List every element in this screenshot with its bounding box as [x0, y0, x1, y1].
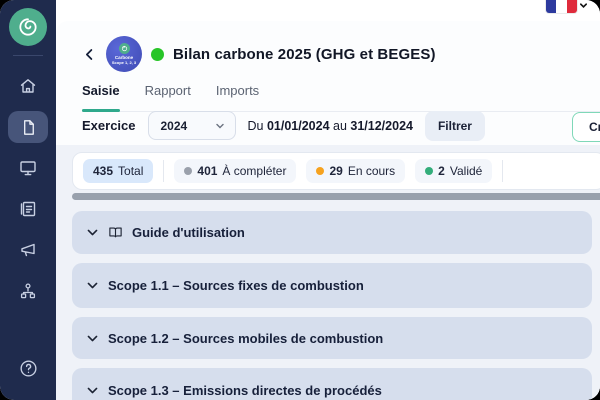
- language-selector[interactable]: [546, 0, 588, 13]
- section-title: Scope 1.3 – Emissions directes de procéd…: [108, 383, 382, 398]
- book-icon: [108, 225, 123, 240]
- tab-bar: Saisie Rapport Imports: [82, 83, 600, 112]
- app-window: Carbone Scope 1, 2, 3 Bilan carbone 2025…: [0, 0, 600, 400]
- chevron-down-icon: [86, 384, 99, 397]
- sidebar-item-organization[interactable]: [8, 271, 48, 311]
- chevron-down-icon: [215, 121, 225, 131]
- sidebar-divider: [13, 55, 43, 56]
- company-spiral-logo[interactable]: [9, 8, 47, 46]
- gray-dot-icon: [184, 167, 192, 175]
- filter-button[interactable]: Filtrer: [425, 111, 485, 141]
- stat-total[interactable]: 435 Total: [83, 159, 153, 183]
- topbar: [56, 0, 600, 21]
- main-panel: Carbone Scope 1, 2, 3 Bilan carbone 2025…: [56, 21, 600, 400]
- exercice-select[interactable]: 2024: [148, 111, 236, 140]
- france-flag-icon: [546, 0, 577, 13]
- stat-a-completer[interactable]: 401 À compléter: [174, 159, 296, 183]
- stat-separator: [163, 160, 164, 182]
- sidebar-item-reports[interactable]: [8, 189, 48, 229]
- section-guide[interactable]: Guide d'utilisation: [72, 211, 592, 254]
- section-scope-1-2[interactable]: Scope 1.2 – Sources mobiles de combustio…: [72, 317, 592, 359]
- date-end: 31/12/2024: [350, 119, 413, 133]
- tab-rapport[interactable]: Rapport: [145, 83, 191, 101]
- avatar-spiral-icon: [119, 43, 130, 54]
- stat-en-cours[interactable]: 29 En cours: [306, 159, 405, 183]
- tab-imports[interactable]: Imports: [216, 83, 259, 101]
- sidebar-item-documents[interactable]: [8, 111, 48, 143]
- exercice-value: 2024: [161, 119, 188, 133]
- section-scope-1-1[interactable]: Scope 1.1 – Sources fixes de combustion: [72, 263, 592, 308]
- home-icon: [18, 76, 38, 96]
- page-title: Bilan carbone 2025 (GHG et BEGES): [173, 46, 436, 63]
- project-avatar: Carbone Scope 1, 2, 3: [106, 36, 142, 72]
- document-icon: [19, 118, 38, 137]
- chevron-down-icon: [86, 279, 99, 292]
- section-title: Scope 1.1 – Sources fixes de combustion: [108, 278, 364, 293]
- exercice-label: Exercice: [82, 118, 136, 133]
- stat-valide[interactable]: 2 Validé: [415, 159, 492, 183]
- report-list-icon: [18, 199, 38, 219]
- section-scope-1-3[interactable]: Scope 1.3 – Emissions directes de procéd…: [72, 368, 592, 400]
- chevron-down-icon: [86, 226, 99, 239]
- section-title: Scope 1.2 – Sources mobiles de combustio…: [108, 331, 383, 346]
- filter-row: Exercice 2024 Du 01/01/2024 au 31/12/202…: [82, 110, 485, 141]
- date-start: 01/01/2024: [267, 119, 330, 133]
- org-chart-icon: [18, 281, 38, 301]
- date-range: Du 01/01/2024 au 31/12/2024: [248, 119, 413, 133]
- sidebar: [0, 0, 56, 400]
- tab-saisie[interactable]: Saisie: [82, 83, 120, 101]
- stats-card: 435 Total 401 À compléter 29 En cours 2: [72, 152, 600, 190]
- avatar-label-line2: Scope 1, 2, 3: [112, 60, 136, 65]
- green-dot-icon: [425, 167, 433, 175]
- page-header: Carbone Scope 1, 2, 3 Bilan carbone 2025…: [82, 36, 436, 72]
- back-button[interactable]: [82, 47, 97, 62]
- sidebar-item-announcements[interactable]: [8, 230, 48, 270]
- language-chevron-icon: [579, 0, 588, 15]
- chevron-down-icon: [86, 332, 99, 345]
- horizontal-scrollbar[interactable]: [72, 193, 600, 200]
- sidebar-item-home[interactable]: [8, 66, 48, 106]
- create-button[interactable]: Créer: [572, 112, 600, 142]
- megaphone-icon: [18, 240, 38, 260]
- section-title: Guide d'utilisation: [132, 225, 245, 240]
- status-dot: [151, 48, 164, 61]
- monitor-icon: [18, 158, 38, 178]
- help-icon: [18, 358, 39, 379]
- sidebar-item-monitor[interactable]: [8, 148, 48, 188]
- sidebar-item-help[interactable]: [8, 348, 48, 388]
- stat-separator: [502, 160, 503, 182]
- content-area: 435 Total 401 À compléter 29 En cours 2: [56, 145, 600, 400]
- orange-dot-icon: [316, 167, 324, 175]
